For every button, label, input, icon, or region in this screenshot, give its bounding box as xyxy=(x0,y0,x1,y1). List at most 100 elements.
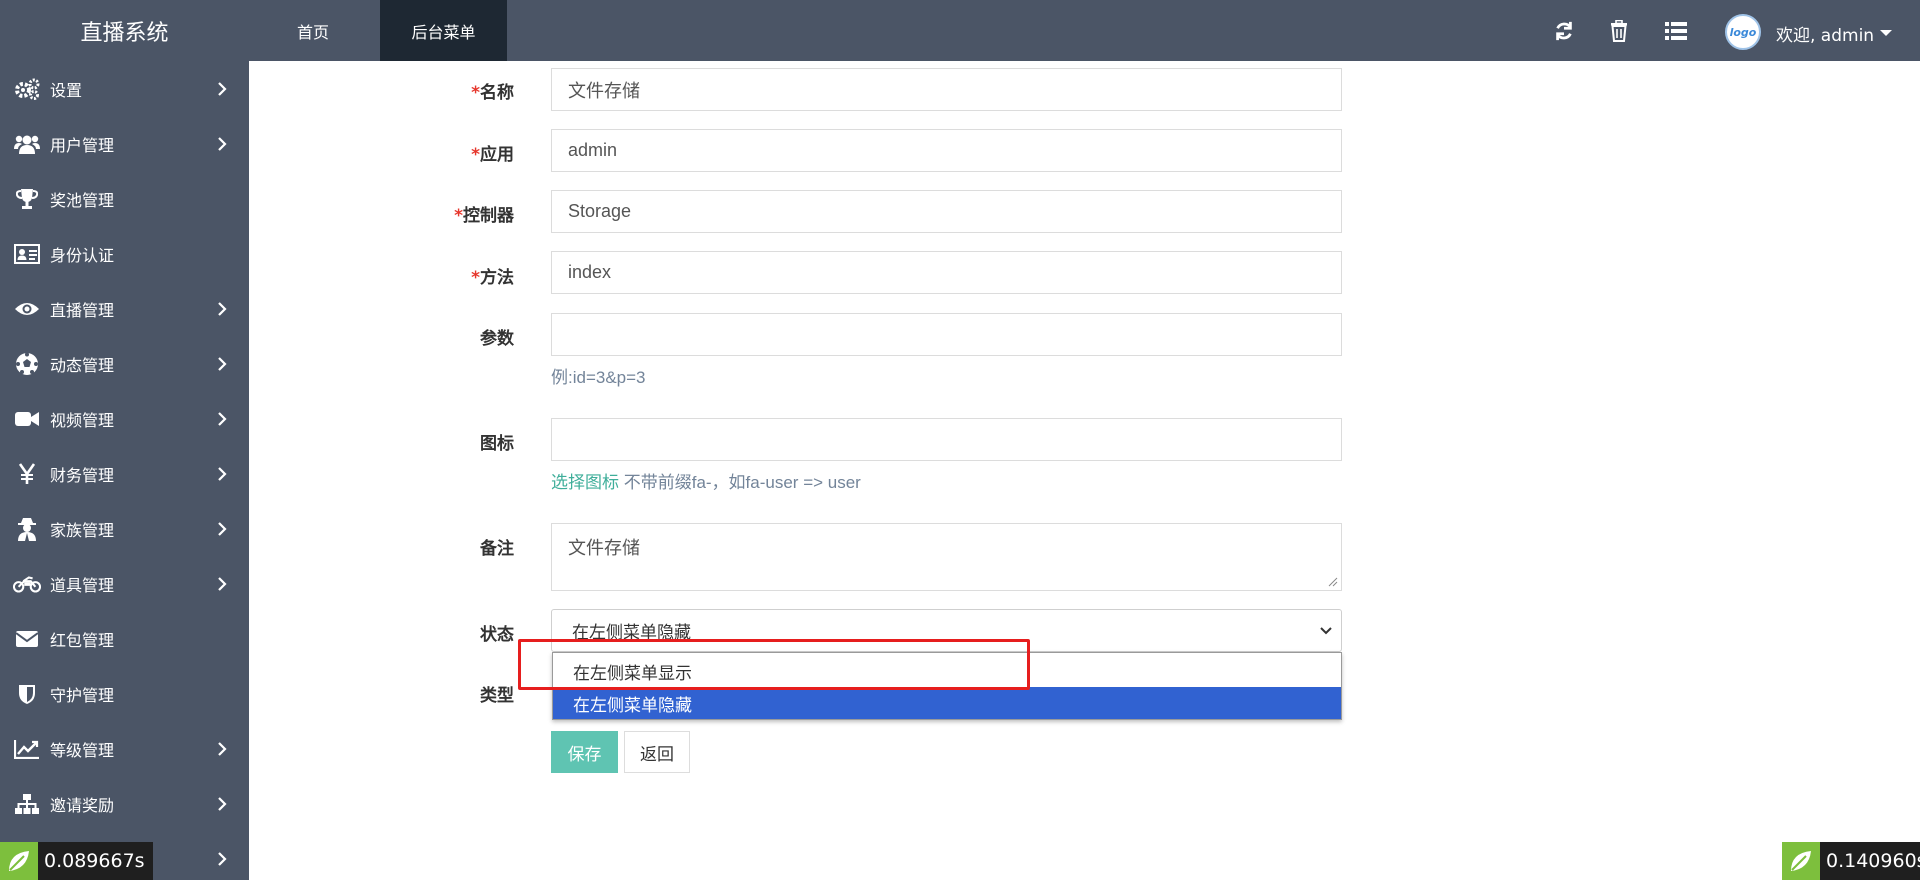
icon-label: 图标 xyxy=(480,434,514,454)
sidebar-item-label: 等级管理 xyxy=(50,740,115,760)
status-option-hide[interactable]: 在左侧菜单隐藏 xyxy=(553,687,1341,719)
status-label: 状态 xyxy=(480,625,514,645)
timer-value: 0.089667s xyxy=(44,850,145,872)
avatar[interactable]: logo xyxy=(1725,14,1761,50)
chevron-right-icon xyxy=(218,576,227,591)
label-text: 方法 xyxy=(480,268,514,288)
leaf-logo-icon xyxy=(0,842,38,880)
sidebar-item-label: 奖池管理 xyxy=(50,190,115,210)
method-field[interactable]: index xyxy=(551,251,1342,294)
sidebar-item-finance[interactable]: 财务管理 xyxy=(0,446,249,501)
nav-backend-menu[interactable]: 后台菜单 xyxy=(380,0,507,61)
method-label: *方法 xyxy=(374,263,514,288)
sidebar-item-guard[interactable]: 守护管理 xyxy=(0,666,249,721)
type-label: 类型 xyxy=(480,686,514,706)
chevron-right-icon xyxy=(218,81,227,96)
nav-home[interactable]: 首页 xyxy=(263,0,363,61)
sidebar-item-invite[interactable]: 邀请奖励 xyxy=(0,776,249,831)
sidebar-item-label: 红包管理 xyxy=(50,630,115,650)
sidebar-item-label: 直播管理 xyxy=(50,300,115,320)
sitemap-icon xyxy=(13,792,41,816)
top-bar: 直播系统 首页 后台菜单 logo 欢迎, admin xyxy=(0,0,1920,61)
timer-value: 0.140960s xyxy=(1826,850,1920,872)
chevron-right-icon xyxy=(218,521,227,536)
sidebar-item-moments[interactable]: 动态管理 xyxy=(0,336,249,391)
timer-badge-right[interactable]: 0.140960s xyxy=(1782,842,1920,880)
status-dropdown-list: 在左侧菜单显示 在左侧菜单隐藏 xyxy=(552,652,1342,720)
user-secret-icon xyxy=(13,517,41,541)
chevron-right-icon xyxy=(218,136,227,151)
brand-title[interactable]: 直播系统 xyxy=(0,0,249,61)
sidebar-item-label: 邀请奖励 xyxy=(50,795,115,815)
save-button[interactable]: 保存 xyxy=(551,731,618,773)
list-icon[interactable] xyxy=(1663,18,1689,44)
sidebar-item-label: 用户管理 xyxy=(50,135,115,155)
controller-field[interactable]: Storage xyxy=(551,190,1342,233)
controller-label: *控制器 xyxy=(374,201,514,226)
sidebar-item-identity[interactable]: 身份认证 xyxy=(0,226,249,281)
chevron-right-icon xyxy=(218,796,227,811)
resize-handle-icon[interactable] xyxy=(1328,577,1338,587)
eye-icon xyxy=(13,297,41,321)
shield-icon xyxy=(13,682,41,706)
trophy-icon xyxy=(13,187,41,211)
sidebar-item-video[interactable]: 视频管理 xyxy=(0,391,249,446)
required-mark: * xyxy=(471,145,480,165)
required-mark: * xyxy=(471,268,480,288)
sidebar-item-label: 设置 xyxy=(50,80,83,100)
sidebar-item-label: 道具管理 xyxy=(50,575,115,595)
app-field[interactable]: admin xyxy=(551,129,1342,172)
name-label: *名称 xyxy=(374,78,514,103)
chevron-right-icon xyxy=(218,301,227,316)
params-field[interactable] xyxy=(551,313,1342,356)
sidebar: 设置 用户管理 奖池管理 身份认证 直播管理 动态管理 视频管理 财务管理 家族… xyxy=(0,61,249,880)
icon-help: 选择图标 不带前缀fa-，如fa-user => user xyxy=(551,468,861,493)
yen-icon xyxy=(13,462,41,486)
icon-help-text: 不带前缀fa-，如fa-user => user xyxy=(619,473,861,492)
id-card-icon xyxy=(13,242,41,266)
sidebar-item-users[interactable]: 用户管理 xyxy=(0,116,249,171)
trash-icon[interactable] xyxy=(1606,18,1632,44)
sidebar-item-settings[interactable]: 设置 xyxy=(0,61,249,116)
choose-icon-link[interactable]: 选择图标 xyxy=(551,473,619,492)
chevron-right-icon xyxy=(218,411,227,426)
remark-textarea[interactable]: 文件存储 xyxy=(551,523,1342,591)
icon-field[interactable] xyxy=(551,418,1342,461)
sidebar-item-level[interactable]: 等级管理 xyxy=(0,721,249,776)
sidebar-item-prize-pool[interactable]: 奖池管理 xyxy=(0,171,249,226)
sidebar-item-family[interactable]: 家族管理 xyxy=(0,501,249,556)
timer-badge-left[interactable]: 0.089667s xyxy=(0,842,153,880)
remark-value: 文件存储 xyxy=(568,538,640,558)
sidebar-item-label: 守护管理 xyxy=(50,685,115,705)
status-select[interactable]: 在左侧菜单隐藏 xyxy=(551,609,1342,652)
sidebar-item-red-packet[interactable]: 红包管理 xyxy=(0,611,249,666)
sidebar-item-label: 视频管理 xyxy=(50,410,115,430)
status-option-show[interactable]: 在左侧菜单显示 xyxy=(553,655,1341,687)
label-text: 控制器 xyxy=(463,206,514,226)
sidebar-item-live[interactable]: 直播管理 xyxy=(0,281,249,336)
name-field[interactable]: 文件存储 xyxy=(551,68,1342,111)
remark-label: 备注 xyxy=(480,539,514,559)
welcome-text: 欢迎, admin xyxy=(1776,25,1875,46)
params-help: 例:id=3&p=3 xyxy=(551,368,646,387)
required-mark: * xyxy=(454,206,463,226)
refresh-icon[interactable] xyxy=(1551,18,1577,44)
params-label: 参数 xyxy=(480,329,514,349)
label-text: 名称 xyxy=(480,83,514,103)
sidebar-item-label: 家族管理 xyxy=(50,520,115,540)
user-menu[interactable]: 欢迎, admin xyxy=(1776,0,1893,66)
chevron-down-icon xyxy=(1320,627,1332,635)
app-label: *应用 xyxy=(374,140,514,165)
chevron-right-icon xyxy=(218,741,227,756)
video-camera-icon xyxy=(13,407,41,431)
sidebar-item-label: 动态管理 xyxy=(50,355,115,375)
chevron-right-icon xyxy=(218,356,227,371)
sidebar-item-props[interactable]: 道具管理 xyxy=(0,556,249,611)
line-chart-icon xyxy=(13,737,41,761)
motorcycle-icon xyxy=(13,572,41,596)
leaf-logo-icon xyxy=(1782,842,1820,880)
back-button[interactable]: 返回 xyxy=(624,731,690,773)
chevron-right-icon xyxy=(218,466,227,481)
chevron-right-icon xyxy=(218,851,227,866)
sidebar-item-label: 财务管理 xyxy=(50,465,115,485)
